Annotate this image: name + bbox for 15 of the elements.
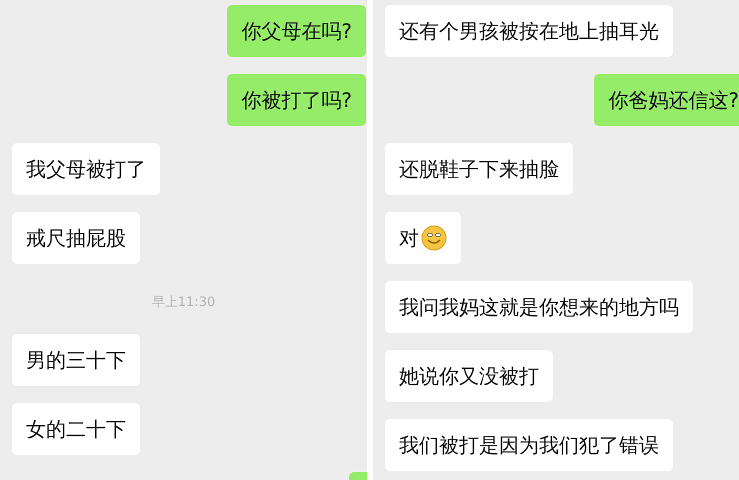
timestamp: 早上11:30	[152, 294, 216, 311]
message-bubble: 还有个男孩被按在地上抽耳光	[385, 5, 673, 57]
message-bubble: 男的三十下	[12, 334, 140, 386]
message-bubble: 你被打了吗?	[227, 74, 366, 126]
message-bubble: 你父母在吗?	[227, 5, 366, 57]
message-bubble: 戒尺抽屁股	[12, 212, 140, 264]
smiley-icon	[421, 225, 447, 251]
message-bubble: 女的二十下	[12, 403, 140, 455]
message-text: 对	[399, 225, 419, 251]
message-bubble: 我们被打是因为我们犯了错误	[385, 419, 673, 471]
message-bubble: 你爸妈还信这?	[594, 74, 739, 126]
message-bubble: 我父母被打了	[12, 143, 160, 195]
message-bubble: 她说你又没被打	[385, 350, 553, 402]
message-bubble: 还脱鞋子下来抽脸	[385, 143, 573, 195]
message-bubble: 我问我妈这就是你想来的地方吗	[385, 281, 693, 333]
